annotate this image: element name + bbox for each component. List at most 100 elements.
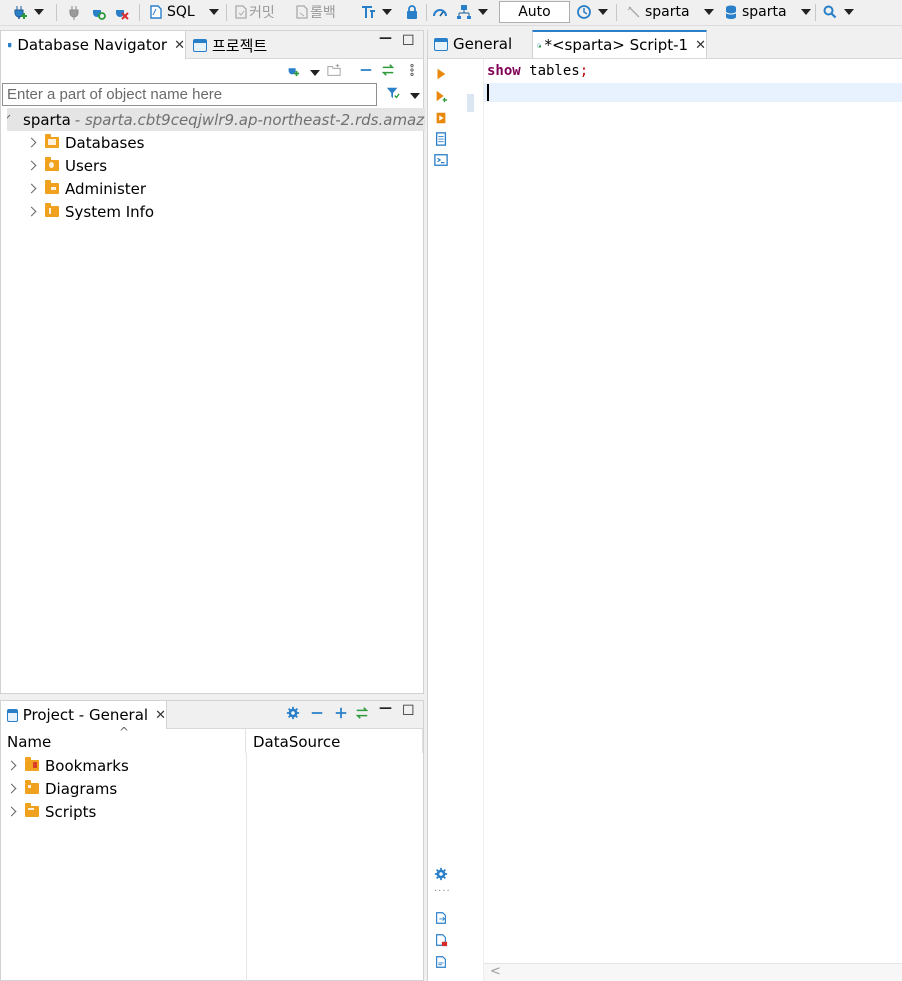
history-button[interactable] bbox=[576, 0, 608, 24]
collapse-all-icon[interactable] bbox=[359, 63, 373, 77]
disconnect-all-button[interactable] bbox=[113, 0, 129, 24]
rollback-icon bbox=[296, 5, 308, 19]
editor-action-ruler: ···· bbox=[428, 59, 454, 981]
column-header-datasource[interactable]: DataSource bbox=[247, 729, 423, 753]
column-header-label: DataSource bbox=[253, 733, 341, 751]
more-icon[interactable]: ···· bbox=[434, 886, 451, 897]
minimize-icon[interactable]: — bbox=[379, 701, 392, 716]
active-datasource-selector[interactable]: sparta bbox=[626, 0, 714, 24]
tree-item-diagrams[interactable]: Diagrams bbox=[6, 777, 118, 800]
editor-gutter bbox=[467, 59, 484, 981]
tab-project-general[interactable]: Project - General ✕ bbox=[1, 701, 167, 729]
explain-plan-icon[interactable] bbox=[434, 132, 448, 146]
new-connection-button[interactable] bbox=[12, 0, 44, 24]
project-panel: Project - General ✕ — ☐ Name ^ DataSourc… bbox=[0, 700, 424, 981]
view-menu-icon[interactable] bbox=[405, 63, 419, 77]
chevron-right-icon[interactable] bbox=[6, 783, 17, 794]
new-connection-icon[interactable] bbox=[286, 63, 300, 77]
chevron-right-icon[interactable] bbox=[26, 183, 37, 194]
tree-item-bookmarks[interactable]: Bookmarks bbox=[6, 754, 129, 777]
chevron-down-icon[interactable] bbox=[703, 9, 714, 15]
disconnect-button[interactable] bbox=[66, 0, 82, 24]
chevron-down-icon[interactable] bbox=[34, 9, 44, 15]
horizontal-scrollbar[interactable]: < bbox=[484, 963, 902, 981]
link-editor-icon[interactable] bbox=[355, 706, 369, 720]
column-divider bbox=[246, 753, 247, 981]
tree-item-label: Diagrams bbox=[45, 779, 118, 798]
object-filter-input[interactable] bbox=[2, 83, 377, 106]
terminal-icon[interactable] bbox=[434, 153, 448, 167]
sql-code[interactable]: show tables; bbox=[487, 63, 588, 79]
column-header-name[interactable]: Name ^ bbox=[1, 725, 246, 753]
transaction-mode-button[interactable] bbox=[360, 0, 392, 24]
chevron-down-icon[interactable] bbox=[410, 93, 420, 99]
file-error-icon[interactable] bbox=[434, 933, 448, 947]
toolbar-divider bbox=[56, 4, 57, 21]
lock-button[interactable] bbox=[404, 0, 420, 24]
tab-label: Project - General bbox=[22, 706, 149, 724]
close-icon[interactable]: ✕ bbox=[174, 38, 185, 53]
minimize-icon[interactable]: — bbox=[379, 31, 392, 46]
tab-project[interactable]: 프로젝트 bbox=[187, 31, 267, 59]
network-icon bbox=[457, 5, 471, 19]
chevron-down-icon[interactable] bbox=[310, 70, 320, 76]
maximize-icon[interactable]: ☐ bbox=[402, 33, 415, 49]
tree-item-databases[interactable]: Databases bbox=[26, 131, 144, 154]
project-icon bbox=[7, 708, 18, 722]
auto-commit-mode-field[interactable]: Auto bbox=[499, 1, 570, 23]
active-schema-selector[interactable]: sparta bbox=[723, 0, 811, 24]
tree-item-scripts[interactable]: Scripts bbox=[6, 800, 96, 823]
rollback-button[interactable]: 롤백 bbox=[294, 0, 336, 24]
search-button[interactable] bbox=[822, 0, 854, 24]
project-icon bbox=[434, 37, 448, 51]
sql-editor-button[interactable]: SQL bbox=[148, 0, 219, 24]
commit-button[interactable]: 커밋 bbox=[233, 0, 275, 24]
tab-general[interactable]: General bbox=[428, 30, 531, 58]
gear-icon[interactable] bbox=[434, 867, 448, 881]
tree-item-connection-sparta[interactable]: sparta - sparta.cbt9ceqjwlr9.ap-northeas… bbox=[7, 108, 425, 131]
dashboard-button[interactable] bbox=[432, 0, 448, 24]
session-manager-button[interactable] bbox=[456, 0, 488, 24]
close-icon[interactable]: ✕ bbox=[155, 708, 166, 723]
plug-disconnect-icon bbox=[116, 6, 129, 20]
tree-item-administer[interactable]: Administer bbox=[26, 177, 146, 200]
filter-icon[interactable] bbox=[386, 86, 400, 100]
current-line-highlight bbox=[484, 83, 902, 102]
link-editor-icon[interactable] bbox=[381, 63, 395, 77]
gear-icon[interactable] bbox=[286, 706, 300, 720]
sql-editor-area: General *<sparta> Script-1 ✕ ···· show t… bbox=[427, 30, 902, 981]
scroll-left-icon[interactable]: < bbox=[490, 964, 501, 979]
sql-terminator: ; bbox=[579, 63, 589, 79]
chevron-down-icon[interactable] bbox=[382, 9, 392, 15]
tab-database-navigator[interactable]: Database Navigator ✕ bbox=[1, 31, 186, 59]
tab-label: *<sparta> Script-1 bbox=[544, 36, 689, 54]
chevron-right-icon[interactable] bbox=[6, 806, 17, 817]
chevron-right-icon[interactable] bbox=[26, 206, 37, 217]
execute-script-icon[interactable] bbox=[434, 111, 448, 125]
chevron-down-icon[interactable] bbox=[208, 9, 219, 15]
execute-new-tab-icon[interactable] bbox=[434, 89, 448, 103]
chevron-down-icon[interactable] bbox=[844, 9, 854, 15]
close-icon[interactable]: ✕ bbox=[695, 38, 706, 53]
maximize-icon[interactable]: ☐ bbox=[402, 703, 415, 719]
chevron-down-icon[interactable] bbox=[800, 9, 811, 15]
chevron-right-icon[interactable] bbox=[26, 137, 37, 148]
tree-item-users[interactable]: Users bbox=[26, 154, 107, 177]
export-icon[interactable] bbox=[434, 911, 448, 925]
database-navigator-panel: Database Navigator ✕ 프로젝트 — ☐ sparta - s… bbox=[0, 30, 425, 694]
sql-file-icon bbox=[150, 5, 162, 19]
chevron-right-icon[interactable] bbox=[6, 760, 17, 771]
rollback-label: 롤백 bbox=[310, 5, 336, 21]
expand-all-icon[interactable] bbox=[334, 706, 348, 720]
chevron-right-icon[interactable] bbox=[26, 160, 37, 171]
reconnect-button[interactable] bbox=[90, 0, 106, 24]
chevron-down-icon[interactable] bbox=[598, 9, 608, 15]
tree-item-system-info[interactable]: System Info bbox=[26, 200, 154, 223]
chevron-down-icon[interactable] bbox=[7, 114, 11, 121]
new-folder-icon[interactable] bbox=[327, 63, 341, 77]
execute-statement-icon[interactable] bbox=[434, 67, 448, 81]
tab-script-1[interactable]: *<sparta> Script-1 ✕ bbox=[532, 30, 707, 58]
collapse-all-icon[interactable] bbox=[310, 706, 324, 720]
chevron-down-icon[interactable] bbox=[478, 9, 488, 15]
output-log-icon[interactable] bbox=[434, 955, 448, 969]
